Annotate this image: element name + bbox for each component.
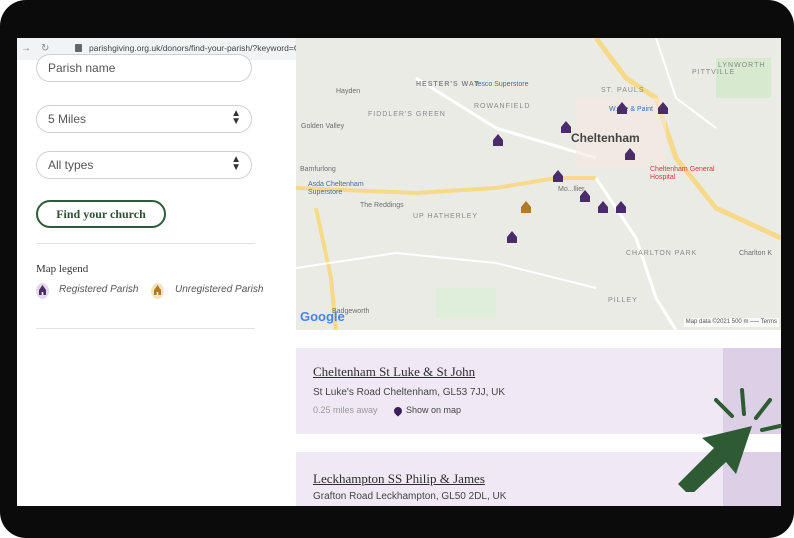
- click-cursor-icon: [678, 388, 782, 492]
- result-distance: 0.25 miles away: [313, 405, 378, 415]
- select-arrows-icon: ▲ ▼: [231, 154, 241, 173]
- device-frame: → ↻ parishgiving.org.uk/donors/find-your…: [0, 0, 794, 538]
- registered-church-marker[interactable]: [597, 201, 609, 213]
- map-label-asda: Asda Cheltenham Superstore: [308, 181, 364, 196]
- result-name[interactable]: Leckhampton SS Philip & James: [313, 471, 485, 487]
- select-arrows-icon: ▲ ▼: [231, 108, 241, 127]
- divider: [36, 243, 255, 244]
- lock-icon: [75, 44, 82, 52]
- screen: → ↻ parishgiving.org.uk/donors/find-your…: [17, 38, 781, 506]
- registered-church-marker[interactable]: [616, 102, 628, 114]
- unregistered-church-icon: [151, 283, 164, 299]
- distance-select[interactable]: 5 Miles ▲ ▼: [36, 105, 252, 133]
- map-label-tesco: Tesco Superstore: [474, 81, 529, 88]
- map-label-lynworth: LYNWORTH: [718, 62, 766, 69]
- map-label-the-reddings: The Reddings: [360, 202, 404, 209]
- map-label-charlton-kings: Charlton K: [739, 250, 773, 257]
- map-attribution: Map data ©2021 500 m ⎯⎯⎯ Terms: [683, 318, 779, 327]
- map-label-cheltenham: Cheltenham: [571, 131, 640, 145]
- map-label-charlton-park: CHARLTON PARK: [626, 250, 698, 257]
- map-pin-icon: [392, 404, 404, 417]
- church-type-select[interactable]: All types ▲ ▼: [36, 151, 252, 179]
- registered-church-marker[interactable]: [624, 148, 636, 160]
- divider: [36, 328, 255, 329]
- result-address: St Luke's Road Cheltenham, GL53 7JJ, UK: [313, 387, 506, 398]
- map-label-st-pauls: ST. PAULS: [601, 87, 645, 94]
- map-label-pittville: PITTVILLE: [692, 69, 736, 76]
- map-label-hospital: Cheltenham General Hospital: [650, 166, 715, 181]
- registered-church-marker[interactable]: [579, 190, 591, 202]
- distance-value: 5 Miles: [48, 112, 87, 126]
- registered-church-marker[interactable]: [560, 121, 572, 133]
- type-value: All types: [48, 158, 94, 172]
- map-label-up-hatherley: UP HATHERLEY: [413, 213, 479, 220]
- registered-church-marker[interactable]: [657, 102, 669, 114]
- map-label-pilley: PILLEY: [608, 297, 638, 304]
- google-logo: Google: [300, 309, 345, 324]
- registered-church-icon: [36, 283, 49, 299]
- unregistered-church-marker[interactable]: [520, 201, 532, 213]
- google-logo-text: Google: [300, 309, 345, 324]
- parish-name-placeholder: Parish name: [48, 61, 116, 75]
- map-legend-title: Map legend: [36, 263, 89, 275]
- map-label-bamfurlong: Bamfurlong: [300, 166, 336, 173]
- legend-registered-label: Registered Parish: [59, 284, 139, 295]
- reload-icon[interactable]: ↻: [41, 43, 49, 54]
- map-label-golden-valley: Golden Valley: [301, 123, 345, 130]
- result-address: Grafton Road Leckhampton, GL50 2DL, UK: [313, 491, 507, 502]
- show-on-map-link[interactable]: Show on map: [392, 404, 462, 417]
- map-label-hesters-way: HESTER'S WAY: [416, 81, 480, 88]
- registered-church-marker[interactable]: [615, 201, 627, 213]
- map-label-rowanfield: ROWANFIELD: [474, 103, 531, 110]
- registered-church-marker[interactable]: [506, 231, 518, 243]
- map-label-fiddlers-green: FIDDLER'S GREEN: [368, 111, 446, 118]
- find-church-button[interactable]: Find your church: [36, 200, 166, 228]
- parish-name-input[interactable]: Parish name: [36, 54, 252, 82]
- parish-map[interactable]: Hayden HESTER'S WAY Tesco Superstore ST.…: [296, 38, 781, 330]
- result-name[interactable]: Cheltenham St Luke & St John: [313, 364, 475, 380]
- registered-church-marker[interactable]: [492, 134, 504, 146]
- show-on-map-label: Show on map: [406, 405, 462, 415]
- legend-unregistered-label: Unregistered Parish: [175, 284, 264, 295]
- map-label-hayden: Hayden: [336, 88, 361, 95]
- registered-church-marker[interactable]: [552, 170, 564, 182]
- search-sidebar: Parish name 5 Miles ▲ ▼ All types ▲ ▼ Find…: [17, 54, 272, 506]
- back-icon[interactable]: →: [21, 43, 31, 54]
